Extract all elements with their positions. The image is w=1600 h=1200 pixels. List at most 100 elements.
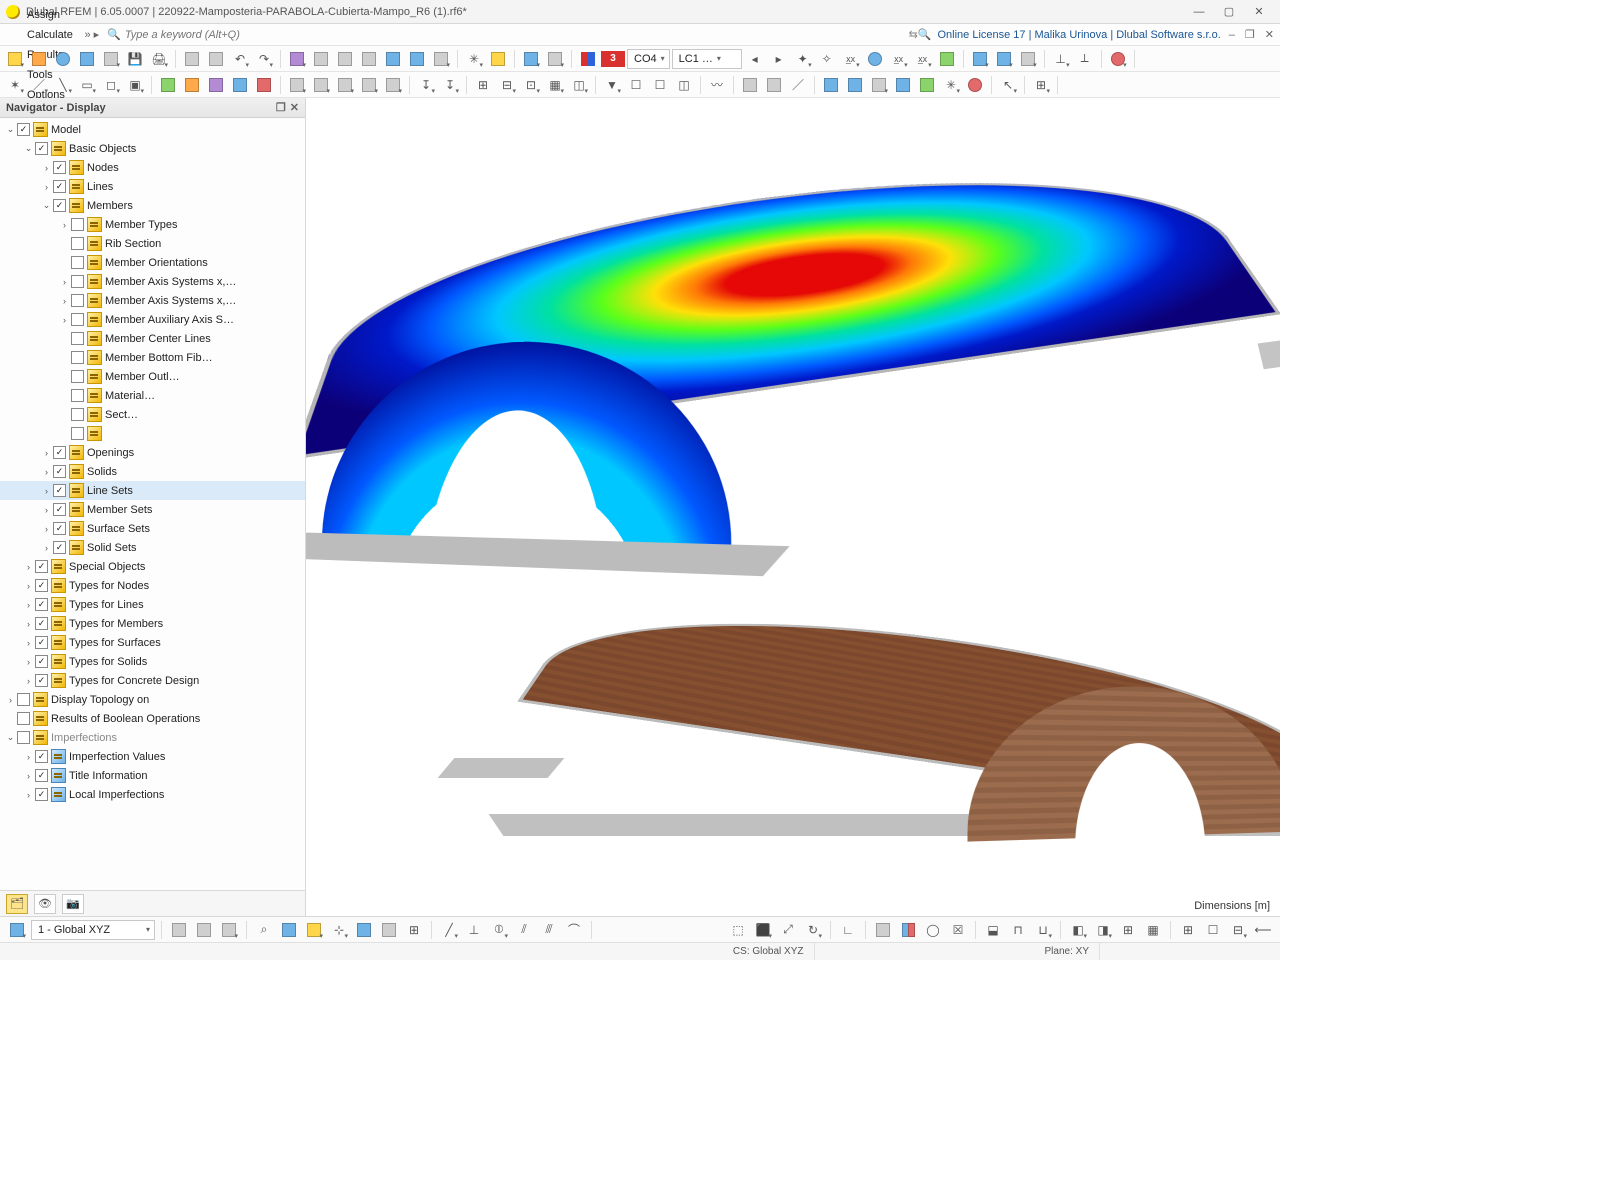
misc-c[interactable]: ／ [787, 74, 809, 96]
tree-row[interactable]: ›Surface Sets [0, 519, 305, 538]
vm-m[interactable]: ☐ [1202, 919, 1224, 941]
chevron-right-icon[interactable]: › [40, 486, 53, 496]
ico-c[interactable] [205, 74, 227, 96]
sec-g[interactable] [964, 74, 986, 96]
bt-g[interactable]: ⊹ [328, 919, 350, 941]
report-btn[interactable] [181, 48, 203, 70]
loadcase-tag[interactable]: 3 [601, 51, 625, 67]
sec-d[interactable] [892, 74, 914, 96]
tree-row[interactable]: ⌄Model [0, 120, 305, 139]
chevron-down-icon[interactable]: ⌄ [4, 732, 17, 743]
combo-co[interactable]: CO4▾ [627, 49, 670, 69]
prev-lc-btn[interactable]: ◂ [744, 48, 766, 70]
chevron-right-icon[interactable]: › [22, 676, 35, 686]
tree-checkbox[interactable] [71, 313, 84, 326]
chevron-right-icon[interactable]: › [4, 695, 17, 705]
chevron-right-icon[interactable]: › [58, 296, 71, 306]
tree-row[interactable]: ›Types for Members [0, 614, 305, 633]
close-button[interactable]: ✕ [1244, 2, 1274, 22]
tree-checkbox[interactable] [71, 332, 84, 345]
view-b[interactable] [544, 48, 566, 70]
bt-l[interactable]: ⊥ [463, 919, 485, 941]
bt-d[interactable]: ⌕ [253, 919, 275, 941]
chevron-right-icon[interactable]: › [22, 752, 35, 762]
vm-n[interactable]: ⊟ [1227, 919, 1249, 941]
chevron-right-icon[interactable]: › [40, 505, 53, 515]
tree-row[interactable]: ›Openings [0, 443, 305, 462]
menu-overflow-icon[interactable]: » ▸ [82, 28, 101, 41]
bt-b[interactable] [193, 919, 215, 941]
keyword-search[interactable]: 🔍 [107, 28, 285, 41]
sel-c[interactable] [334, 74, 356, 96]
save-btn[interactable]: 💾 [124, 48, 146, 70]
chevron-right-icon[interactable]: › [40, 524, 53, 534]
tree-row[interactable]: ›Special Objects [0, 557, 305, 576]
axis-xx2[interactable]: x̲x [888, 48, 910, 70]
bt-m[interactable]: ⦶ [488, 919, 510, 941]
tree-row[interactable]: ›Imperfection Values [0, 747, 305, 766]
axis-e[interactable] [864, 48, 886, 70]
sel-d[interactable] [358, 74, 380, 96]
sec-a[interactable] [820, 74, 842, 96]
tree-row[interactable]: ›Types for Nodes [0, 576, 305, 595]
compare-btn[interactable] [358, 48, 380, 70]
box-a[interactable]: ☐ [625, 74, 647, 96]
calc-btn[interactable] [487, 48, 509, 70]
combo-lc[interactable]: LC1 …▾ [672, 49, 742, 69]
tree-checkbox[interactable] [53, 484, 66, 497]
vt-iso[interactable]: ⬚ [727, 919, 749, 941]
grid-d[interactable]: ▦ [544, 74, 566, 96]
result-a[interactable]: ✦ [792, 48, 814, 70]
tree-row[interactable]: Member Outl… [0, 367, 305, 386]
tree-checkbox[interactable] [35, 598, 48, 611]
tree-row[interactable]: Material… [0, 386, 305, 405]
tables-btn[interactable] [205, 48, 227, 70]
tree-row[interactable]: ›Types for Lines [0, 595, 305, 614]
vm-j[interactable]: ⊞ [1117, 919, 1139, 941]
panel-a[interactable] [969, 48, 991, 70]
vm-l[interactable]: ⊞ [1177, 919, 1199, 941]
tree-row[interactable]: ›Title Information [0, 766, 305, 785]
chevron-right-icon[interactable]: › [58, 220, 71, 230]
tree-checkbox[interactable] [71, 218, 84, 231]
tree-checkbox[interactable] [35, 769, 48, 782]
tree-checkbox[interactable] [53, 180, 66, 193]
result-c[interactable] [936, 48, 958, 70]
tree-row[interactable]: Sect… [0, 405, 305, 424]
tree-row[interactable]: ›Member Auxiliary Axis S… [0, 310, 305, 329]
tree-checkbox[interactable] [17, 731, 30, 744]
minimize-button[interactable]: — [1184, 2, 1214, 22]
tree-checkbox[interactable] [53, 465, 66, 478]
bt-a[interactable] [168, 919, 190, 941]
tree-row[interactable]: ›Types for Concrete Design [0, 671, 305, 690]
misc-a[interactable] [739, 74, 761, 96]
tree-row[interactable]: Rib Section [0, 234, 305, 253]
redo-btn[interactable]: ↷ [253, 48, 275, 70]
tree-row[interactable]: ›Member Sets [0, 500, 305, 519]
3d-viewport[interactable]: Dimensions [m] [306, 98, 1280, 916]
line-btn[interactable]: ／ [28, 74, 50, 96]
tree-checkbox[interactable] [35, 750, 48, 763]
grid-e[interactable]: ◫ [568, 74, 590, 96]
copy-btn[interactable] [100, 48, 122, 70]
panel-close-icon[interactable]: ✕ [290, 101, 299, 114]
bt-i[interactable] [378, 919, 400, 941]
tree-row[interactable]: ›Local Imperfections [0, 785, 305, 804]
tree-checkbox[interactable] [35, 788, 48, 801]
grid-last[interactable]: ⊞ [1030, 74, 1052, 96]
calc-target[interactable] [1107, 48, 1129, 70]
vm-a[interactable] [872, 919, 894, 941]
ucs-icon[interactable] [6, 919, 28, 941]
search-expand-icon[interactable]: ⇆🔍 [909, 28, 932, 41]
chevron-right-icon[interactable]: › [22, 771, 35, 781]
tree-row[interactable]: ›Display Topology on [0, 690, 305, 709]
ico-a[interactable] [157, 74, 179, 96]
node-btn[interactable]: ✶ [4, 74, 26, 96]
new-btn[interactable] [4, 48, 26, 70]
chevron-right-icon[interactable]: › [40, 163, 53, 173]
nav-tab-camera-icon[interactable]: 📷 [62, 894, 84, 914]
view-a[interactable] [520, 48, 542, 70]
chevron-right-icon[interactable]: › [40, 543, 53, 553]
arrow-b[interactable]: ↧ [439, 74, 461, 96]
tree-checkbox[interactable] [53, 161, 66, 174]
